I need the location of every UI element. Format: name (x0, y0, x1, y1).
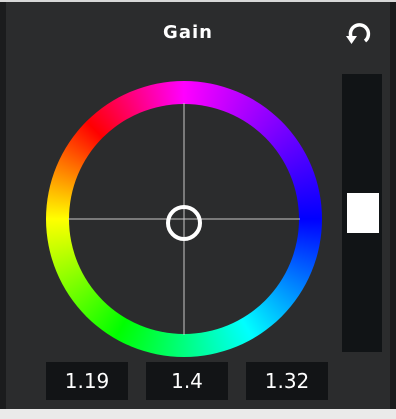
panel-title: Gain (163, 22, 213, 43)
green-value-field[interactable]: 1.4 (146, 362, 228, 400)
left-edge (0, 2, 6, 409)
reset-button[interactable] (338, 14, 380, 54)
right-edge (390, 2, 396, 409)
gain-slider-thumb[interactable] (347, 193, 379, 233)
top-border (0, 0, 396, 2)
color-wheel[interactable] (44, 79, 324, 359)
bottom-border (0, 409, 396, 419)
blue-value-field[interactable]: 1.32 (246, 362, 328, 400)
red-value-field[interactable]: 1.19 (46, 362, 128, 400)
color-gain-panel: Gain 1.19 1.4 1.32 (0, 0, 396, 419)
gain-slider[interactable] (342, 74, 382, 352)
reset-rotate-icon (346, 23, 371, 44)
